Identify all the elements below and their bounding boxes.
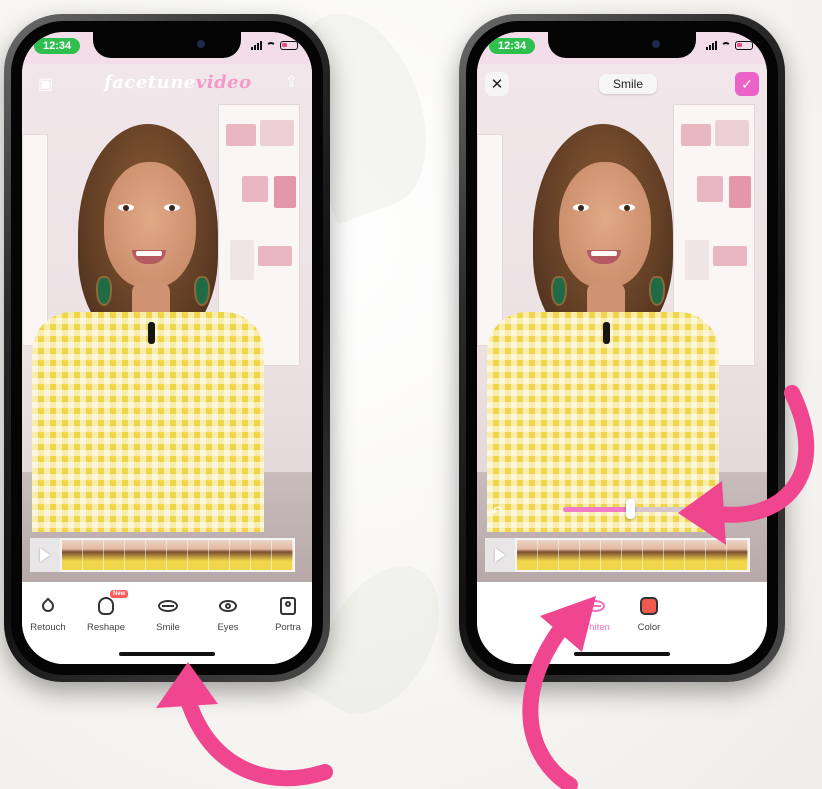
arrow-to-smile bbox=[156, 662, 333, 787]
play-button[interactable] bbox=[485, 538, 515, 572]
status-time: 12:34 bbox=[34, 38, 81, 54]
tool-eyes[interactable]: Eyes bbox=[202, 594, 254, 633]
close-icon: ✕ bbox=[490, 76, 504, 93]
battery-icon bbox=[735, 41, 753, 50]
undo-icon[interactable]: ↶ bbox=[491, 503, 503, 520]
status-time: 12:34 bbox=[489, 38, 536, 54]
tool-portrait[interactable]: Portra bbox=[262, 594, 312, 633]
wifi-icon bbox=[721, 41, 731, 50]
battery-icon bbox=[280, 41, 298, 50]
portrait-icon bbox=[280, 597, 296, 615]
left-screen: 12:34 ▣ facetunevideo ⇪ Retouch New Resh… bbox=[22, 32, 312, 664]
play-icon bbox=[40, 548, 50, 562]
left-phone: 12:34 ▣ facetunevideo ⇪ Retouch New Resh… bbox=[4, 14, 330, 682]
apply-button[interactable]: ✓ bbox=[735, 72, 759, 96]
share-icon[interactable]: ⇪ bbox=[285, 72, 298, 92]
tool-retouch[interactable]: Retouch bbox=[22, 594, 74, 633]
eye-icon bbox=[219, 600, 237, 612]
new-badge: New bbox=[110, 590, 129, 598]
facetune-video-logo: facetunevideo bbox=[104, 72, 252, 93]
wifi-icon bbox=[266, 41, 276, 50]
close-button[interactable]: ✕ bbox=[485, 72, 509, 96]
reshape-icon bbox=[98, 597, 114, 615]
play-icon bbox=[495, 548, 505, 562]
option-color[interactable]: Color bbox=[623, 594, 675, 633]
tool-reshape[interactable]: New Reshape bbox=[80, 590, 132, 633]
gallery-icon[interactable]: ▣ bbox=[38, 74, 53, 94]
tool-smile[interactable]: Smile bbox=[142, 594, 194, 633]
timeline-filmstrip[interactable] bbox=[30, 538, 295, 572]
feature-title: Smile bbox=[599, 74, 658, 94]
drop-icon bbox=[39, 597, 57, 615]
video-preview[interactable]: ▣ facetunevideo ⇪ bbox=[22, 64, 312, 582]
color-swatch-icon bbox=[640, 597, 658, 615]
arrow-to-whiten bbox=[522, 596, 596, 789]
play-button[interactable] bbox=[30, 538, 60, 572]
right-phone: 12:34 ✕ Smile ✓ ↶ ◫ Whiten Color bbox=[459, 14, 785, 682]
slider-thumb[interactable] bbox=[626, 499, 635, 519]
check-icon: ✓ bbox=[741, 75, 753, 92]
lips-icon bbox=[158, 600, 178, 612]
home-indicator bbox=[119, 652, 215, 656]
signal-icon bbox=[706, 41, 717, 50]
notch bbox=[93, 32, 241, 58]
arrow-to-slider bbox=[678, 385, 815, 545]
signal-icon bbox=[251, 41, 262, 50]
frame-thumbnails[interactable] bbox=[60, 538, 295, 572]
notch bbox=[548, 32, 696, 58]
